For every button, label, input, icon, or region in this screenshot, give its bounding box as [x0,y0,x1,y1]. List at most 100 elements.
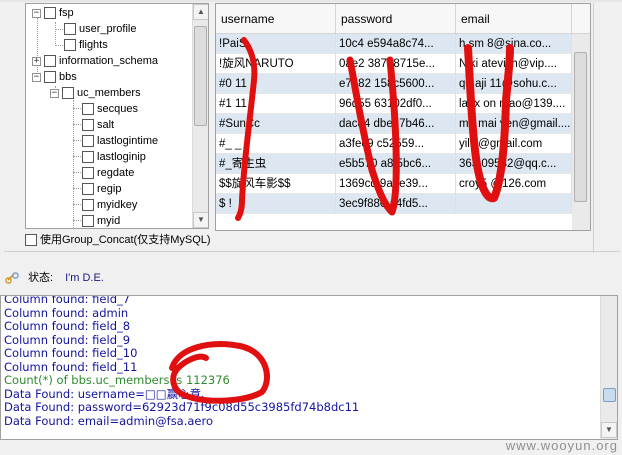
tree-item-label: uc_members [77,87,141,100]
watermark: www.wooyun.org [505,438,618,453]
tree-item-regdate[interactable]: regdate [82,165,134,181]
tree-item-label: regip [97,183,122,196]
table-cell-username[interactable]: #_ _ [216,134,336,154]
tree-item-label: information_schema [59,55,159,68]
scroll-thumb[interactable] [603,388,616,402]
status-label: 状态: [28,272,54,285]
table-row[interactable]: #SunCc dac84 dbe37b46... ma mai ven@gmail.… [216,114,572,134]
log-line: Column found: field_10 [4,346,138,360]
column-header-username[interactable]: username [216,4,336,34]
table-cell-email[interactable]: ma mai ven@gmail.... [456,114,572,134]
table-cell-email[interactable] [456,194,572,214]
table-cell-username[interactable]: #SunCc [216,114,336,134]
window-side-frame [593,3,621,253]
log-output[interactable]: Column found: field_7 Column found: admin… [0,295,618,440]
tree-checkbox[interactable] [44,71,56,84]
tree-item-bbs[interactable]: − bbs [32,69,77,85]
tree-item-salt[interactable]: salt [82,117,114,133]
tree-checkbox[interactable] [82,183,94,196]
group-concat-option[interactable]: 使用Group_Concat(仅支持MySQL) [25,233,211,247]
table-row[interactable]: $ ! 3ec9f880 a4fd5... [216,194,572,214]
table-row[interactable]: $$旋风车影$$ 1369cd 9a0e39... croy5 @126.com [216,174,572,194]
table-cell-username[interactable]: #_寄生虫 [216,154,336,174]
tree-item-user-profile[interactable]: user_profile [64,21,136,37]
scroll-up-icon[interactable]: ▲ [193,4,208,20]
table-cell-email[interactable]: 363 09582@qq.c... [456,154,572,174]
log-line: Column found: field_7 [4,295,131,306]
table-row[interactable]: !PaiS 10c4 e594a8c74... h sm 8@sina.co... [216,34,572,54]
scroll-thumb[interactable] [574,52,587,202]
table-cell-password[interactable]: e7682 158c5600... [336,74,456,94]
tree-checkbox[interactable] [62,87,74,100]
tree-item-uc-members[interactable]: − uc_members [50,85,141,101]
tree-checkbox[interactable] [82,135,94,148]
table-cell-email[interactable]: yilil @gmail.com [456,134,572,154]
table-cell-username[interactable]: #1 11 [216,94,336,114]
schema-tree[interactable]: − fsp user_profile flights + information_s… [25,3,209,229]
table-row[interactable]: #1 11 96d55 63102df0... lanx on mao@139...… [216,94,572,114]
table-row[interactable]: #_ _ a3fec9 c52559... yilil @gmail.com [216,134,572,154]
table-cell-username[interactable]: $ ! [216,194,336,214]
status-bar: 状态: I'm D.E. [5,270,104,286]
table-cell-username[interactable]: !PaiS [216,34,336,54]
tree-item-myid[interactable]: myid [82,213,120,228]
table-cell-username[interactable]: #0 11 [216,74,336,94]
table-row[interactable]: !旋风NARUTO 0ae2 38728715e... Niki atevich@v… [216,54,572,74]
table-cell-password[interactable]: 96d55 63102df0... [336,94,456,114]
tree-item-secques[interactable]: secques [82,101,138,117]
tree-item-label: lastlogintime [97,135,159,148]
table-cell-username[interactable]: !旋风NARUTO [216,54,336,74]
tree-item-myidkey[interactable]: myidkey [82,197,137,213]
table-cell-password[interactable]: dac84 dbe37b46... [336,114,456,134]
grid-header: username password email [216,4,590,34]
tree-checkbox[interactable] [64,23,76,36]
tree-item-information-schema[interactable]: + information_schema [32,53,158,69]
grid-scrollbar[interactable] [572,34,590,230]
tree-item-fsp[interactable]: − fsp [32,5,74,21]
data-grid[interactable]: username password email !PaiS 10c4 e594a8… [215,3,591,231]
table-cell-password[interactable]: a3fec9 c52559... [336,134,456,154]
tree-checkbox[interactable] [82,167,94,180]
tree-item-flights[interactable]: flights [64,37,108,53]
tree-checkbox[interactable] [64,39,76,52]
scroll-down-icon[interactable]: ▼ [193,212,208,228]
table-cell-password[interactable]: 3ec9f880 a4fd5... [336,194,456,214]
tree-checkbox[interactable] [44,7,56,20]
table-cell-email[interactable]: qq aji 11@sohu.c... [456,74,572,94]
table-cell-password[interactable]: 0ae2 38728715e... [336,54,456,74]
table-cell-password[interactable]: 1369cd 9a0e39... [336,174,456,194]
table-cell-password[interactable]: 10c4 e594a8c74... [336,34,456,54]
tree-checkbox[interactable] [82,119,94,132]
table-cell-email[interactable]: Niki atevich@vip.... [456,54,572,74]
log-line: Column found: admin [4,305,129,320]
table-row[interactable]: #_寄生虫 e5b570 a8f5bc6... 363 09582@qq.c... [216,154,572,174]
scroll-thumb[interactable] [194,26,207,126]
tree-checkbox[interactable] [82,151,94,164]
collapse-icon[interactable]: − [50,88,59,98]
table-row[interactable]: #0 11 e7682 158c5600... qq aji 11@sohu.c..… [216,74,572,94]
tree-scrollbar[interactable]: ▲ ▼ [192,4,208,228]
tree-item-lastloginip[interactable]: lastloginip [82,149,146,165]
group-concat-label: 使用Group_Concat(仅支持MySQL) [40,234,211,247]
table-cell-email[interactable]: h sm 8@sina.co... [456,34,572,54]
tree-checkbox[interactable] [82,103,94,116]
table-cell-username[interactable]: $$旋风车影$$ [216,174,336,194]
table-cell-email[interactable]: croy5 @126.com [456,174,572,194]
tree-checkbox[interactable] [82,199,94,212]
tree-item-regip[interactable]: regip [82,181,121,197]
log-line: Data Found: password=62923d71f9c08d55c39… [4,400,360,414]
expand-icon[interactable]: + [32,56,41,66]
tree-checkbox[interactable] [44,55,56,68]
column-header-password[interactable]: password [336,4,456,34]
collapse-icon[interactable]: − [32,8,41,18]
scroll-down-icon[interactable]: ▼ [601,422,617,438]
table-cell-email[interactable]: lanx on mao@139.... [456,94,572,114]
divider [4,251,620,252]
tree-checkbox[interactable] [82,215,94,228]
table-cell-password[interactable]: e5b570 a8f5bc6... [336,154,456,174]
tree-item-lastlogintime[interactable]: lastlogintime [82,133,158,149]
collapse-icon[interactable]: − [32,72,41,82]
log-scrollbar[interactable]: ▼ [600,296,617,439]
column-header-email[interactable]: email [456,4,572,34]
group-concat-checkbox[interactable] [25,234,37,247]
